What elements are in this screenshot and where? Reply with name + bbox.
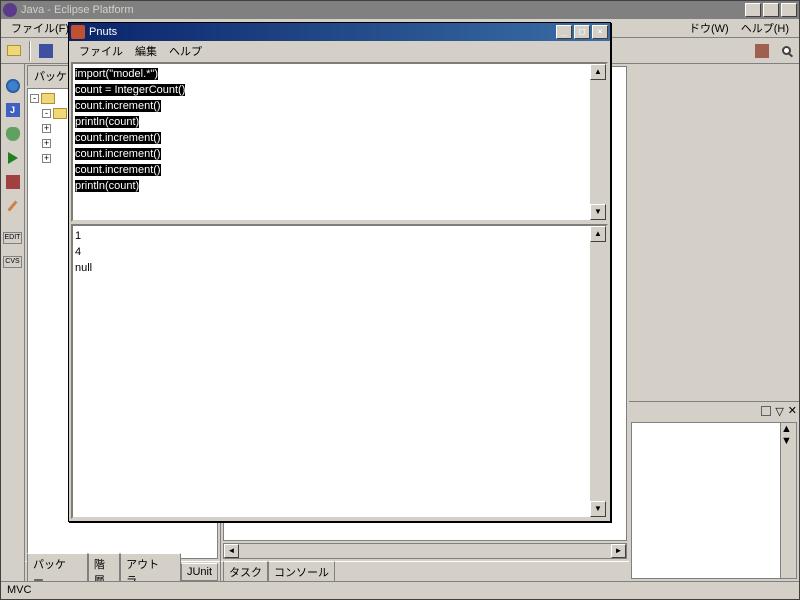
eclipse-statusbar: MVC	[1, 581, 799, 599]
pnuts-body: import("model.*") count = IntegerCount()…	[71, 62, 608, 519]
right-lower-panel: ▽ ✕ ▲ ▼	[629, 401, 799, 581]
pnuts-icon	[71, 25, 85, 39]
external-icon	[755, 44, 769, 58]
code-line: count.increment()	[75, 130, 604, 146]
scroll-down-button[interactable]: ▼	[590, 501, 606, 517]
eclipse-icon	[3, 3, 17, 17]
expand-icon[interactable]: -	[30, 94, 39, 103]
expand-icon[interactable]: +	[42, 124, 51, 133]
folder-icon	[53, 108, 67, 119]
pencil-icon	[7, 200, 17, 211]
center-bottom-tabs: タスク コンソール	[221, 561, 629, 581]
scroll-up-button[interactable]: ▲	[781, 423, 796, 435]
pnuts-menubar: ファイル 編集 ヘルプ	[69, 41, 610, 60]
run-icon	[8, 152, 18, 164]
j-icon: J	[6, 103, 20, 117]
pnuts-titlebar[interactable]: Pnuts _ □ ✕	[69, 23, 610, 41]
output-scrollbar-v[interactable]: ▲ ▼	[590, 226, 606, 517]
output-line: 1	[75, 230, 81, 242]
cvs-icon: CVS	[3, 256, 21, 268]
pnuts-window-controls: _ □ ✕	[556, 25, 608, 39]
run-button[interactable]	[3, 148, 23, 168]
pnuts-window[interactable]: Pnuts _ □ ✕ ファイル 編集 ヘルプ import("model.*"…	[68, 22, 611, 522]
folder-icon	[41, 93, 55, 104]
editor-scrollbar-h[interactable]: ◄ ►	[223, 543, 627, 559]
perspective-java-button[interactable]	[3, 76, 23, 96]
tab-tasks[interactable]: タスク	[223, 561, 268, 583]
code-scrollbar-v[interactable]: ▲ ▼	[590, 64, 606, 220]
eclipse-window-controls: _ □ ✕	[745, 3, 797, 17]
pnuts-menu-help[interactable]: ヘルプ	[163, 41, 208, 61]
scroll-up-button[interactable]: ▲	[590, 226, 606, 242]
menu-window[interactable]: ドウ(W)	[683, 18, 735, 38]
scroll-right-button[interactable]: ►	[611, 544, 626, 558]
tab-package[interactable]: パッケ	[27, 65, 74, 86]
globe-icon	[6, 79, 20, 93]
tool-button[interactable]	[3, 172, 23, 192]
right-lower-toolbar: ▽ ✕	[629, 402, 799, 420]
menu-file[interactable]: ファイル(F)	[5, 18, 75, 38]
pnuts-menu-edit[interactable]: 編集	[129, 41, 163, 61]
right-scrollbar-v[interactable]: ▲ ▼	[780, 423, 796, 578]
eclipse-titlebar[interactable]: Java - Eclipse Platform _ □ ✕	[1, 1, 799, 19]
code-line: import("model.*")	[75, 66, 604, 82]
edit-label-button[interactable]: EDIT	[3, 228, 23, 248]
external-button[interactable]	[751, 40, 773, 62]
search-button[interactable]	[775, 40, 797, 62]
code-line: count.increment()	[75, 146, 604, 162]
scroll-left-button[interactable]: ◄	[224, 544, 239, 558]
output-line: null	[75, 262, 92, 274]
status-text: MVC	[7, 584, 31, 596]
scroll-down-button[interactable]: ▼	[590, 204, 606, 220]
left-toolbar: J EDIT CVS	[1, 64, 25, 581]
tool-icon	[6, 175, 20, 189]
edit-label-icon: EDIT	[3, 232, 23, 244]
minimize-button[interactable]: _	[745, 3, 761, 17]
toolbar-separator	[29, 41, 31, 61]
save-icon	[39, 44, 53, 58]
output-content: 1 4 null	[73, 226, 606, 278]
code-line: count.increment()	[75, 98, 604, 114]
view-dropdown-icon[interactable]: ▽	[775, 405, 783, 418]
right-panel: ▽ ✕ ▲ ▼	[629, 64, 799, 581]
pnuts-maximize-button[interactable]: □	[574, 25, 590, 39]
pnuts-code-editor[interactable]: import("model.*") count = IntegerCount()…	[71, 62, 608, 222]
perspective-j-button[interactable]: J	[3, 100, 23, 120]
right-lower-body[interactable]: ▲ ▼	[631, 422, 797, 579]
code-line: count.increment()	[75, 162, 604, 178]
edit-button[interactable]	[3, 196, 23, 216]
expand-icon[interactable]: -	[42, 109, 51, 118]
right-upper-panel	[629, 64, 799, 401]
pnuts-title: Pnuts	[89, 26, 556, 38]
expand-icon[interactable]: +	[42, 154, 51, 163]
scroll-up-button[interactable]: ▲	[590, 64, 606, 80]
code-line: println(count)	[75, 114, 604, 130]
code-content: import("model.*") count = IntegerCount()…	[73, 64, 606, 196]
menu-help[interactable]: ヘルプ(H)	[735, 18, 795, 38]
close-view-icon[interactable]: ✕	[788, 406, 797, 417]
pnuts-close-button[interactable]: ✕	[592, 25, 608, 39]
close-button[interactable]: ✕	[781, 3, 797, 17]
search-icon	[782, 46, 791, 55]
tab-console[interactable]: コンソール	[268, 561, 335, 583]
new-button[interactable]	[3, 40, 25, 62]
code-line: println(count)	[75, 178, 604, 194]
expand-icon[interactable]: +	[42, 139, 51, 148]
output-line: 4	[75, 246, 81, 258]
maximize-button[interactable]: □	[763, 3, 779, 17]
new-icon	[7, 45, 21, 56]
cvs-button[interactable]: CVS	[3, 252, 23, 272]
eclipse-title: Java - Eclipse Platform	[21, 4, 745, 16]
pnuts-menu-file[interactable]: ファイル	[73, 41, 129, 61]
code-line: count = IntegerCount()	[75, 82, 604, 98]
pnuts-minimize-button[interactable]: _	[556, 25, 572, 39]
scroll-down-button[interactable]: ▼	[781, 435, 796, 447]
debug-button[interactable]	[3, 124, 23, 144]
tab-junit[interactable]: JUnit	[181, 563, 218, 581]
save-button[interactable]	[35, 40, 57, 62]
left-bottom-tabs: パッケー... 階層 アウトラ... JUnit	[25, 561, 220, 581]
view-menu-icon[interactable]	[761, 406, 771, 416]
bug-icon	[6, 127, 20, 141]
pnuts-output-pane[interactable]: 1 4 null ▲ ▼	[71, 224, 608, 519]
